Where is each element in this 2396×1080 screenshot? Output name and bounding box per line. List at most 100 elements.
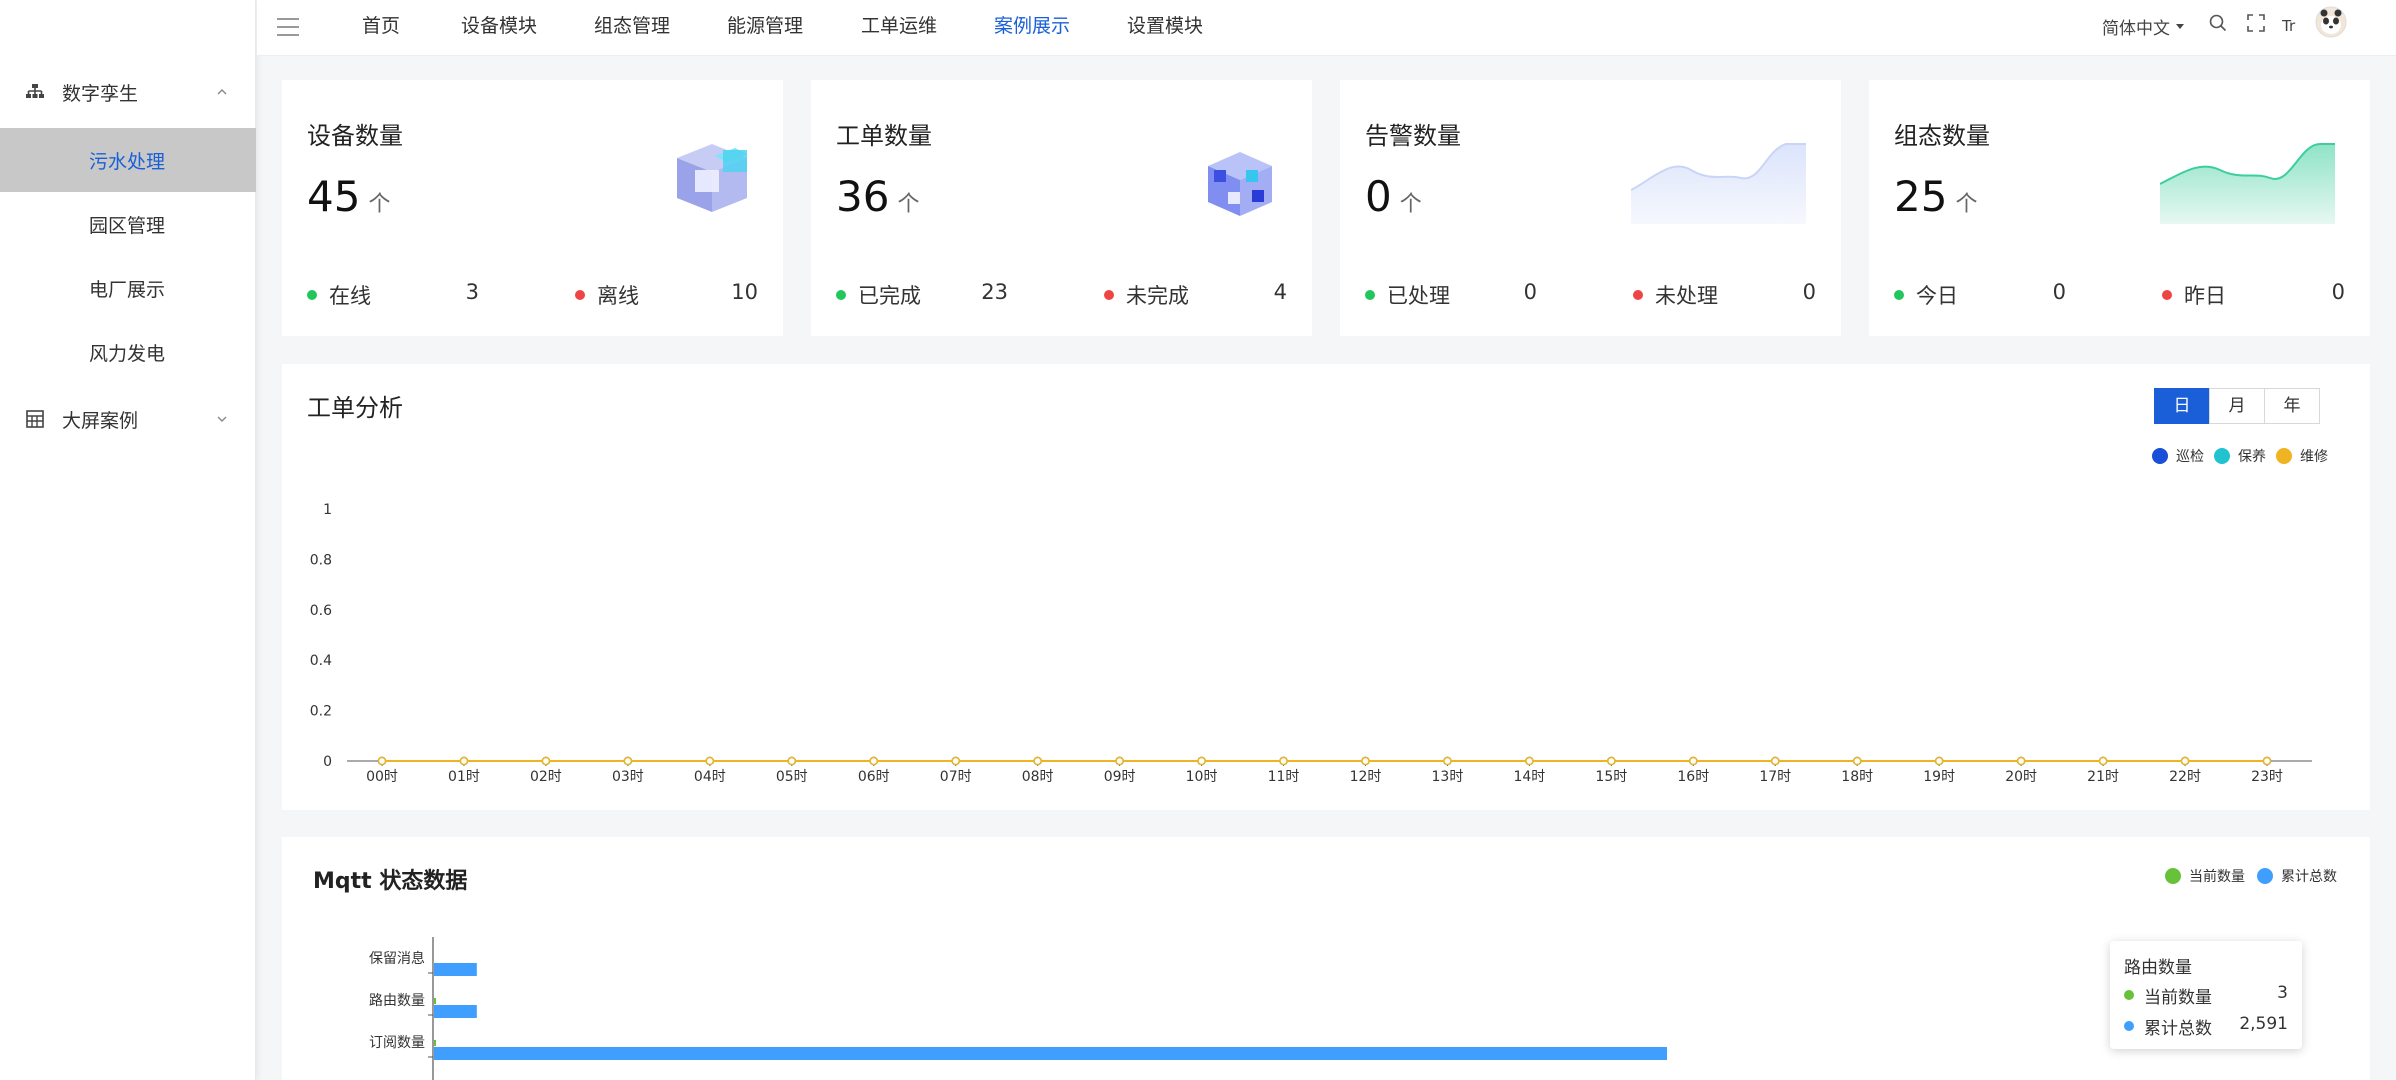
y-tick-label: 0.4 — [310, 653, 332, 669]
sidebar-item-power-plant[interactable]: 电厂展示 — [0, 256, 256, 320]
menu-toggle-icon[interactable] — [275, 14, 301, 40]
card-value: 25 个 — [1894, 172, 1978, 221]
data-point — [2262, 756, 2272, 766]
sidebar-item-wind-power[interactable]: 风力发电 — [0, 320, 256, 384]
avatar[interactable] — [2315, 6, 2347, 38]
sidebar-group-label: 数字孪生 — [62, 82, 139, 105]
x-tick-label: 03时 — [612, 769, 644, 785]
chevron-down-icon — [217, 416, 227, 422]
tooltip-value: 2,591 — [2239, 1014, 2288, 1034]
card-value: 36 个 — [836, 172, 920, 221]
stat-yesterday: 昨日 — [2162, 280, 2226, 310]
nav-device[interactable]: 设备模块 — [461, 0, 537, 52]
work-order-line-chart: 1 0.8 0.6 0.4 0.2 0 00时 01时 02时 03时 04时 05时 06时 07时 08… — [310, 502, 2312, 785]
stat-card-alarms: 告警数量 0个 已处理 0 未处理 0 — [1340, 80, 1841, 336]
x-tick-label: 01时 — [448, 769, 480, 785]
mqtt-panel: Mqtt 状态数据 当前数量 累计总数 保留消息 路由数量 订阅数量 路由数量 当前… — [282, 837, 2370, 1080]
stat-card-devices: 设备数量 45 个 在线 3 离线 10 — [282, 80, 783, 336]
x-tick-label: 18时 — [1841, 769, 1873, 785]
chart-tooltip: 路由数量 当前数量 3 累计总数 2,591 — [2110, 941, 2302, 1049]
data-point — [1607, 756, 1616, 766]
x-tick-label: 17时 — [1759, 769, 1791, 785]
language-select[interactable]: 简体中文 — [2102, 0, 2186, 52]
data-point — [1771, 756, 1780, 766]
search-icon[interactable] — [2209, 14, 2227, 32]
fullscreen-icon[interactable] — [2247, 14, 2265, 32]
data-point — [1197, 756, 1206, 766]
data-point — [2016, 756, 2026, 766]
stat-incomplete-value: 4 — [1273, 280, 1287, 304]
x-tick-label: 06时 — [858, 769, 890, 785]
data-point — [541, 756, 551, 766]
nav-settings[interactable]: 设置模块 — [1127, 0, 1203, 52]
stat-completed: 已完成 — [836, 280, 921, 310]
stat-card-configs: 组态数量 25 个 今日 0 昨日 0 — [1869, 80, 2370, 336]
stat-unhandled-value: 0 — [1802, 280, 1816, 304]
caret-down-icon — [2176, 24, 2184, 29]
bar — [434, 1005, 477, 1018]
nav-config[interactable]: 组态管理 — [594, 0, 670, 52]
data-point — [951, 756, 960, 766]
tooltip-label: 累计总数 — [2144, 1019, 2212, 1039]
tooltip-title: 路由数量 — [2124, 958, 2192, 978]
sparkline-configs — [2160, 143, 2335, 224]
data-point — [623, 756, 633, 766]
x-tick-label: 16时 — [1677, 769, 1709, 785]
x-tick-label: 07时 — [940, 769, 972, 785]
status-dot — [836, 290, 846, 300]
grid-icon — [26, 410, 44, 428]
sidebar-item-park[interactable]: 园区管理 — [0, 192, 256, 256]
stat-handled: 已处理 — [1365, 280, 1450, 310]
x-tick-label: 04时 — [694, 769, 726, 785]
nav-case-show[interactable]: 案例展示 — [994, 0, 1070, 52]
y-tick-label: 1 — [323, 502, 332, 518]
x-tick-label: 14时 — [1513, 769, 1545, 785]
status-dot — [1633, 290, 1643, 300]
card-title: 组态数量 — [1894, 122, 1990, 150]
x-tick-label: 12时 — [1350, 769, 1382, 785]
font-size-icon[interactable]: Tr — [2282, 0, 2295, 52]
sidebar-group-digital-twin[interactable]: 数字孪生 — [0, 60, 256, 124]
data-point — [2180, 756, 2190, 766]
x-tick-label: 20时 — [2005, 769, 2037, 785]
sidebar-item-label: 园区管理 — [89, 214, 166, 237]
work-order-panel: 工单分析 日 月 年 巡检 保养 维修 1 0.8 0.6 0.4 0.2 0 00时 01时… — [282, 364, 2370, 810]
bar — [434, 1040, 436, 1046]
x-tick-label: 10时 — [1186, 769, 1218, 785]
data-point — [1934, 756, 1944, 766]
data-point — [869, 756, 878, 766]
sitemap-icon — [26, 84, 44, 98]
data-point — [2098, 756, 2108, 766]
status-dot — [2162, 290, 2172, 300]
stat-offline-value: 10 — [731, 280, 758, 304]
sidebar-group-big-screen[interactable]: 大屏案例 — [0, 387, 256, 451]
stat-today-value: 0 — [2052, 280, 2066, 304]
sidebar: 数字孪生 污水处理 园区管理 电厂展示 风力发电 大屏案例 — [0, 0, 256, 1080]
data-point — [1443, 756, 1452, 766]
nav-energy[interactable]: 能源管理 — [727, 0, 803, 52]
mqtt-bar-chart: 保留消息路由数量订阅数量 — [369, 937, 1667, 1080]
tooltip-label: 当前数量 — [2144, 988, 2212, 1008]
y-tick-label: 订阅数量 — [369, 1035, 425, 1051]
card-value: 45 个 — [307, 172, 391, 221]
stat-today: 今日 — [1894, 280, 1958, 310]
sparkline-alarms — [1631, 143, 1806, 224]
sidebar-item-label: 电厂展示 — [89, 278, 166, 301]
status-dot — [307, 290, 317, 300]
sidebar-group-label: 大屏案例 — [62, 409, 139, 432]
x-tick-label: 13时 — [1432, 769, 1464, 785]
status-dot — [1104, 290, 1114, 300]
x-tick-label: 02时 — [530, 769, 562, 785]
data-point — [1033, 756, 1042, 766]
x-tick-label: 11时 — [1268, 769, 1300, 785]
stat-incomplete: 未完成 — [1104, 280, 1189, 310]
nav-home[interactable]: 首页 — [362, 0, 400, 52]
sidebar-item-sewage[interactable]: 污水处理 — [0, 128, 256, 192]
card-value: 0个 — [1365, 172, 1422, 221]
card-title: 设备数量 — [307, 122, 403, 150]
data-point — [1115, 756, 1124, 766]
y-tick-label: 0.2 — [310, 704, 332, 720]
tooltip-value: 3 — [2277, 983, 2288, 1003]
card-title: 告警数量 — [1365, 122, 1461, 150]
nav-work-order[interactable]: 工单运维 — [861, 0, 937, 52]
